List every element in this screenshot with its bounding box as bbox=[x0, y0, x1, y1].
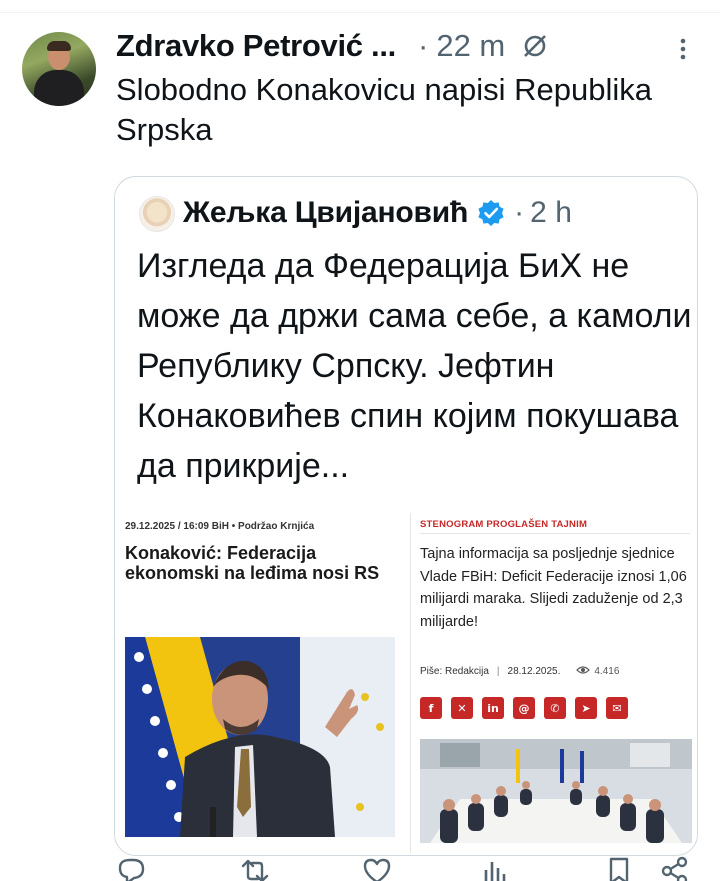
quote-header: Жељка Цвијановић · 2 h bbox=[183, 193, 572, 233]
article-date: 28.12.2025. bbox=[507, 666, 561, 677]
left-article-meta: 29.12.2025 / 16:09 BiH • Podržao Krnjića bbox=[125, 521, 315, 532]
bookmark-icon[interactable] bbox=[604, 856, 634, 881]
quote-author-name[interactable]: Жељка Цвијановић bbox=[183, 196, 468, 230]
right-article-photo bbox=[420, 739, 692, 843]
right-article-tag: STENOGRAM PROGLAŠEN TAJNIM bbox=[420, 519, 588, 530]
meta-separator: | bbox=[496, 666, 500, 677]
quote-author-avatar[interactable] bbox=[139, 196, 175, 232]
retweet-icon[interactable] bbox=[240, 856, 270, 881]
left-article: 29.12.2025 / 16:09 BiH • Podržao Krnjića… bbox=[123, 517, 403, 855]
quoted-tweet[interactable]: Жељка Цвијановић · 2 h Изгледа да Федера… bbox=[114, 176, 698, 856]
telegram-icon: ➤ bbox=[575, 697, 597, 719]
article-author: Piše: Redakcija bbox=[420, 666, 489, 677]
quote-text: Изгледа да Федерација БиХ не може да држ… bbox=[137, 247, 692, 485]
whatsapp-icon: ✆ bbox=[544, 697, 566, 719]
top-divider bbox=[0, 12, 720, 13]
author-name[interactable]: Zdravko Petrović ... bbox=[116, 28, 396, 64]
mute-icon bbox=[521, 32, 549, 60]
article-divider bbox=[410, 513, 411, 853]
quote-image[interactable]: 29.12.2025 / 16:09 BiH • Podržao Krnjića… bbox=[115, 507, 697, 855]
author-avatar[interactable] bbox=[22, 32, 96, 106]
tweet-header: Zdravko Petrović ... · 22 m bbox=[116, 26, 549, 66]
tag-underline bbox=[420, 533, 690, 534]
action-bar bbox=[0, 850, 720, 881]
linkedin-icon: in bbox=[482, 697, 504, 719]
eye-icon bbox=[576, 665, 591, 678]
email-icon: ✉ bbox=[606, 697, 628, 719]
left-article-photo bbox=[125, 637, 395, 837]
x-icon: ✕ bbox=[451, 697, 473, 719]
right-article-meta: Piše: Redakcija | 28.12.2025. 4.416 bbox=[420, 665, 619, 678]
threads-icon: @ bbox=[513, 697, 535, 719]
more-icon[interactable] bbox=[676, 36, 690, 62]
share-buttons: f ✕ in @ ✆ ➤ ✉ bbox=[420, 697, 628, 719]
right-article-title: Tajna informacija sa posljednje sjednice… bbox=[420, 546, 687, 630]
reply-icon[interactable] bbox=[116, 856, 146, 881]
article-views: 4.416 bbox=[576, 665, 619, 678]
right-article: STENOGRAM PROGLAŠEN TAJNIM Tajna informa… bbox=[420, 517, 692, 855]
views-count: 4.416 bbox=[594, 666, 620, 677]
quote-separator-dot: · bbox=[514, 196, 525, 229]
separator-dot: · bbox=[418, 28, 429, 63]
views-icon[interactable] bbox=[480, 856, 510, 881]
left-article-title: Konaković: Federacija ekonomski na leđim… bbox=[125, 543, 380, 583]
facebook-icon: f bbox=[420, 697, 442, 719]
tweet-time[interactable]: 22 m bbox=[436, 28, 505, 64]
verified-badge-icon bbox=[476, 198, 506, 228]
tweet-text: Slobodno Konakovicu napisi Republika Srp… bbox=[116, 72, 652, 147]
quote-time[interactable]: 2 h bbox=[530, 196, 572, 230]
like-icon[interactable] bbox=[362, 856, 392, 881]
share-icon[interactable] bbox=[660, 856, 690, 881]
